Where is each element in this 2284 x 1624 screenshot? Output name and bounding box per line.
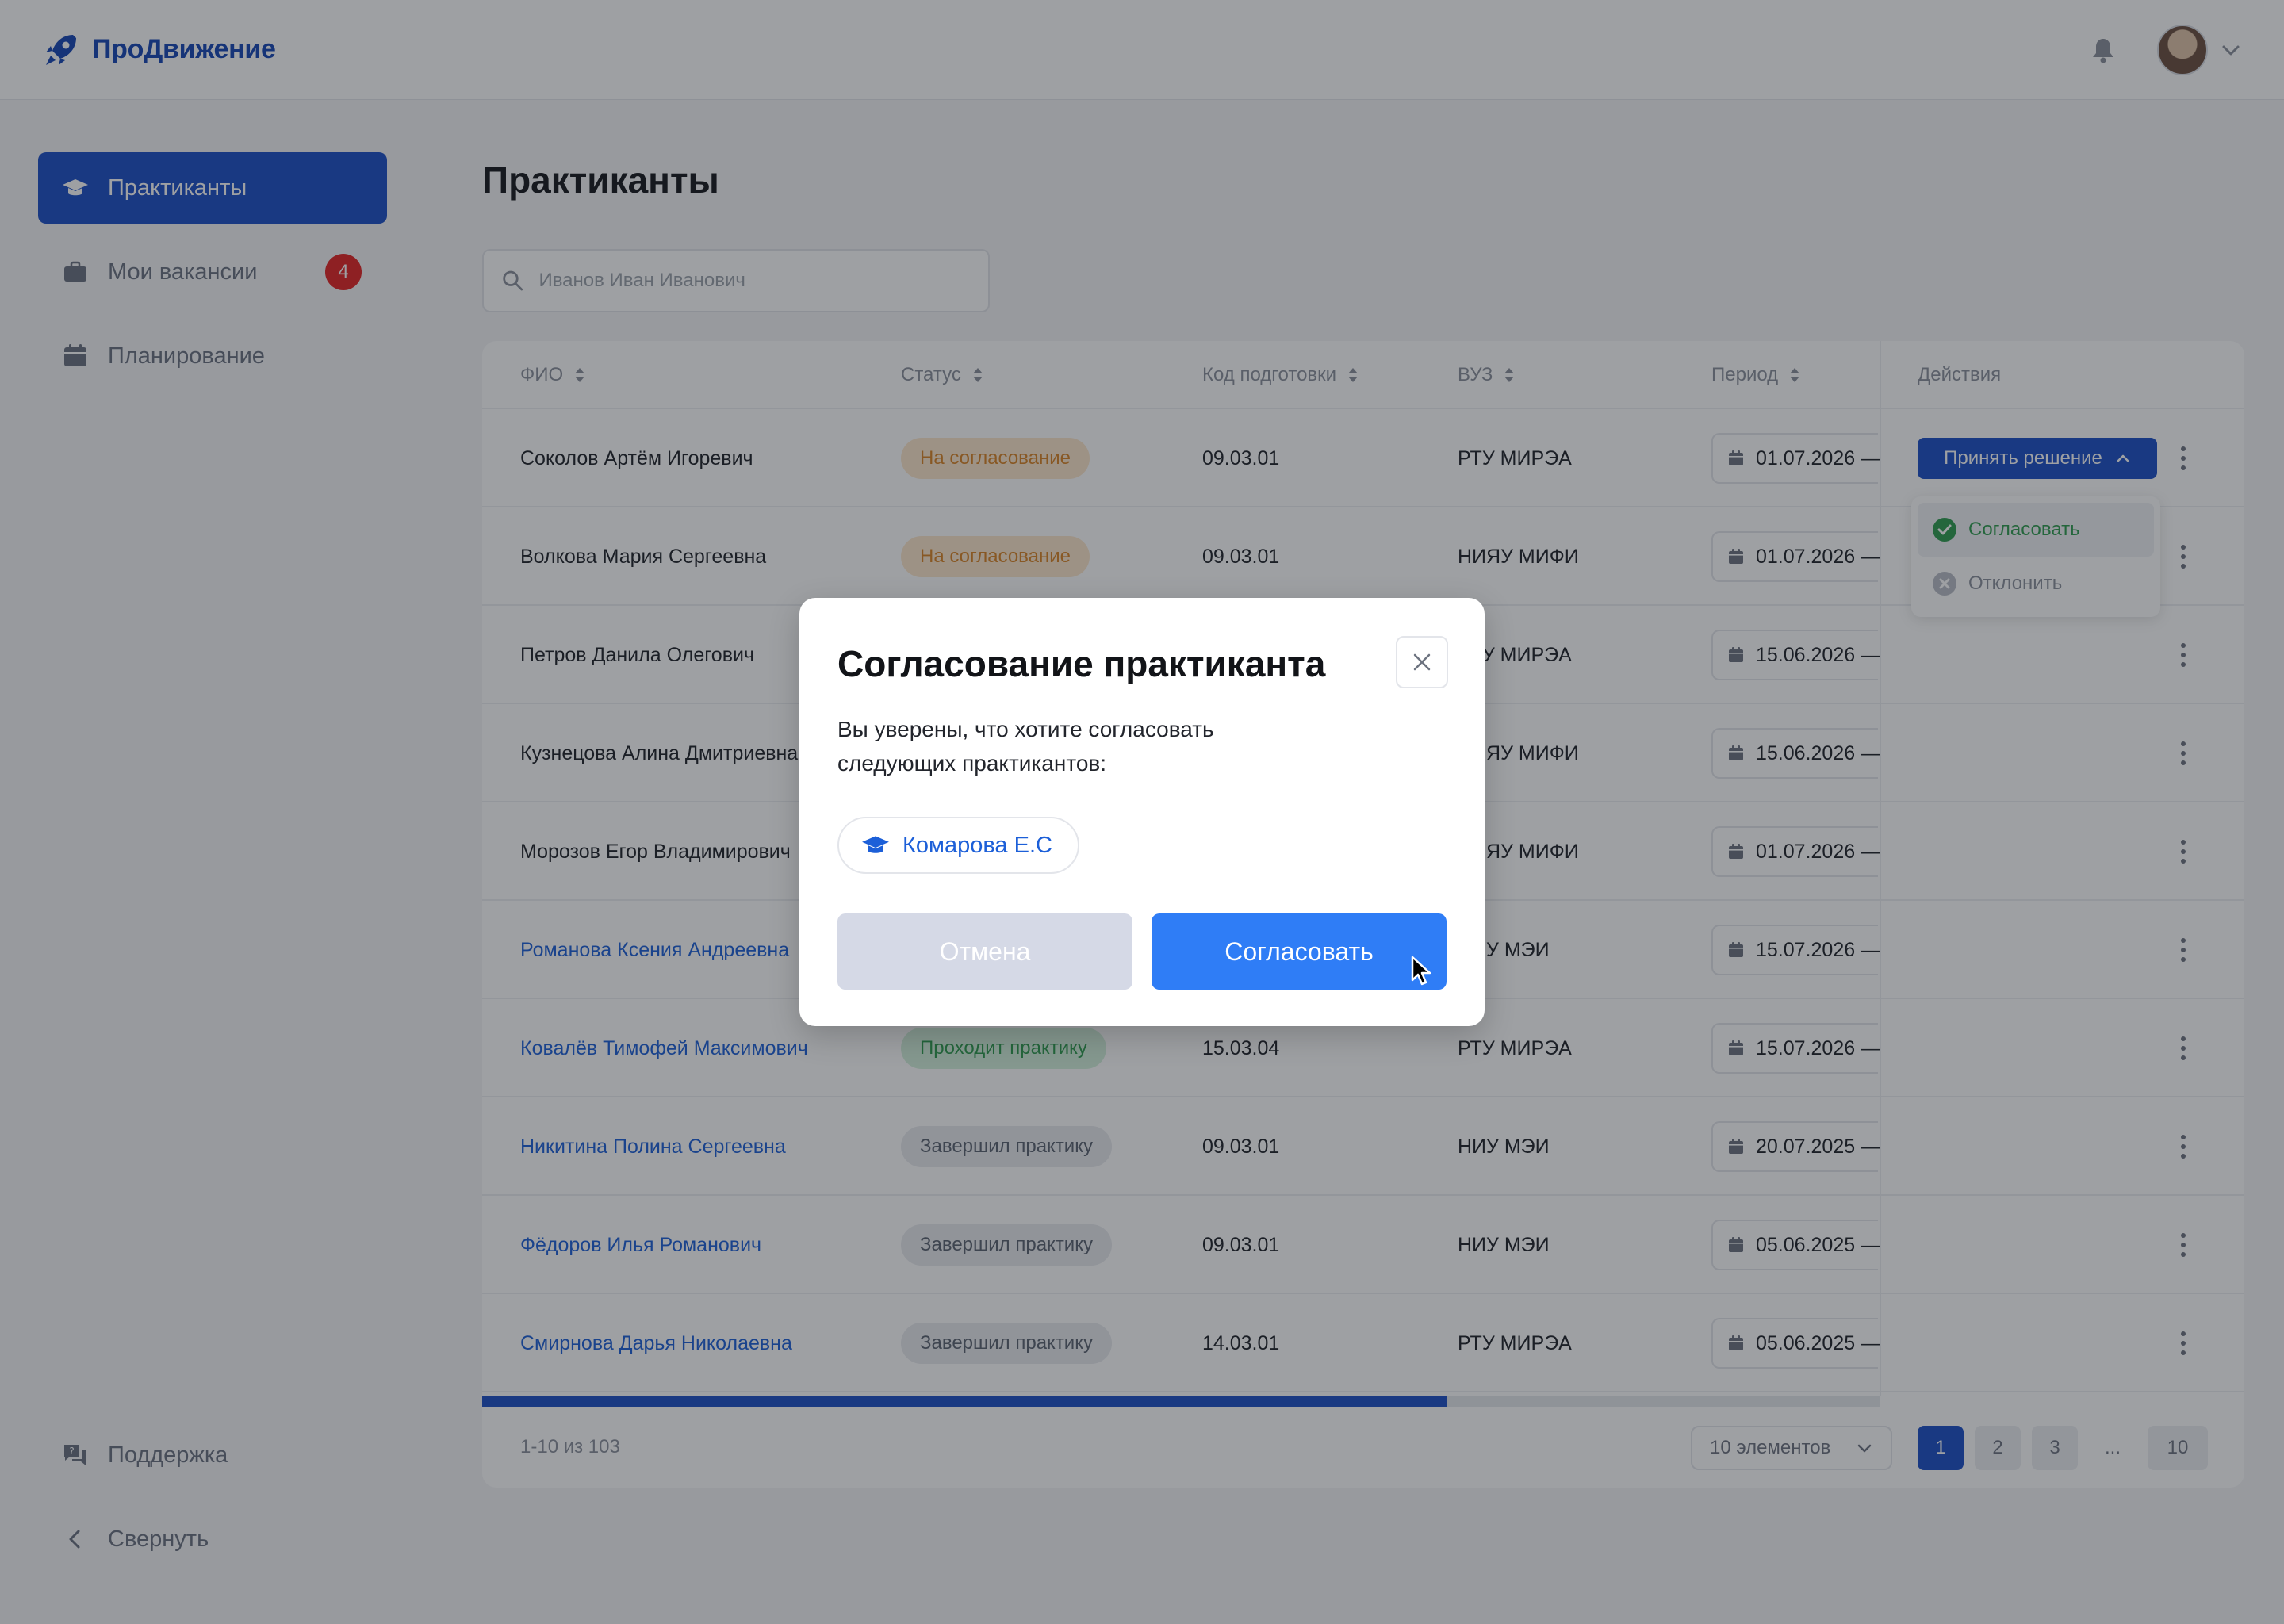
dialog-message-line: следующих практикантов: bbox=[837, 751, 1107, 776]
selected-intern-chip: Комарова Е.С bbox=[837, 817, 1079, 874]
approve-button[interactable]: Согласовать bbox=[1152, 914, 1447, 990]
graduation-cap-icon bbox=[862, 836, 889, 853]
approve-intern-dialog: Согласование практиканта Вы уверены, что… bbox=[799, 598, 1485, 1026]
close-dialog-button[interactable] bbox=[1396, 636, 1448, 688]
chip-label: Комарова Е.С bbox=[902, 832, 1052, 858]
dialog-message: Вы уверены, что хотите согласовать следу… bbox=[837, 712, 1282, 780]
close-icon bbox=[1413, 653, 1431, 671]
dialog-title: Согласование практиканта bbox=[837, 643, 1326, 684]
mouse-cursor-icon bbox=[1411, 956, 1431, 986]
cancel-button[interactable]: Отмена bbox=[837, 914, 1132, 990]
dialog-message-line: Вы уверены, что хотите согласовать bbox=[837, 717, 1214, 741]
